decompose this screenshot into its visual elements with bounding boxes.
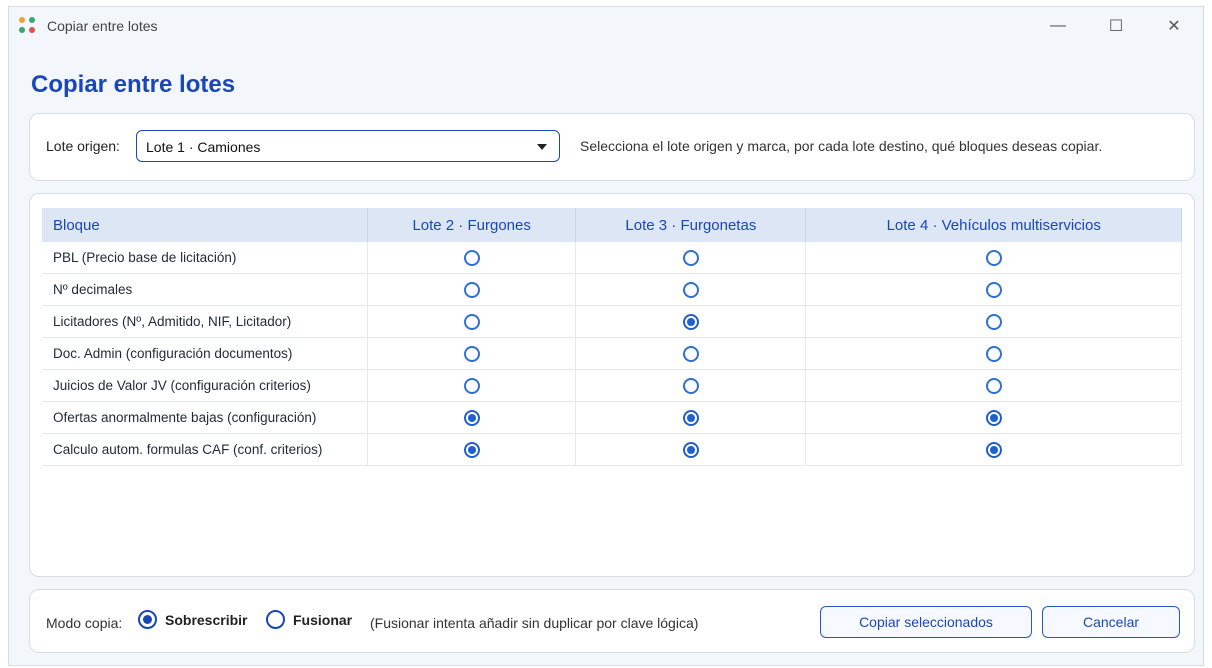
footer-panel: Modo copia: Sobrescribir Fusionar (Fusio… [29,589,1195,653]
copy-radio[interactable] [682,345,699,362]
column-header-lot-2: Lote 3 · Furgonetas [575,208,807,242]
mode-merge-radio[interactable] [266,610,285,629]
lot-cell [805,401,1182,434]
copy-radio[interactable] [463,281,480,298]
table-header-row: Bloque Lote 2 · Furgones Lote 3 · Furgonet… [42,208,1182,242]
copy-selected-button[interactable]: Copiar seleccionados [820,606,1032,638]
block-name-cell: PBL (Precio base de licitación) [42,242,368,274]
cancel-button[interactable]: Cancelar [1042,606,1180,638]
column-header-lot-1: Lote 2 · Furgones [367,208,577,242]
table-row: PBL (Precio base de licitación) [42,242,1182,274]
lot-cell [575,401,807,434]
copy-radio[interactable] [985,441,1002,458]
source-label: Lote origen: [46,138,120,154]
source-panel: Lote origen: Lote 1 · Camiones Seleccion… [29,113,1195,181]
lot-cell [367,337,577,370]
title-bar: Copiar entre lotes — ☐ ✕ [9,7,1203,45]
lot-cell [367,305,577,338]
copy-radio[interactable] [682,313,699,330]
copy-radio[interactable] [985,377,1002,394]
mode-note: (Fusionar intenta añadir sin duplicar po… [370,615,699,631]
copy-radio[interactable] [682,409,699,426]
source-hint: Selecciona el lote origen y marca, por c… [580,138,1103,154]
table-row: Ofertas anormalmente bajas (configuració… [42,401,1182,434]
mode-merge-option[interactable]: Fusionar [266,610,352,629]
lot-cell [805,242,1182,274]
source-lot-select[interactable]: Lote 1 · Camiones [136,130,560,162]
copy-radio[interactable] [463,249,480,266]
block-name-cell: Ofertas anormalmente bajas (configuració… [42,401,368,434]
block-name-cell: Nº decimales [42,273,368,306]
copy-radio[interactable] [463,409,480,426]
mode-overwrite-label: Sobrescribir [165,611,248,628]
mode-overwrite-radio[interactable] [138,610,157,629]
copy-radio[interactable] [985,249,1002,266]
window-title: Copiar entre lotes [47,18,158,34]
maximize-button[interactable]: ☐ [1087,7,1145,45]
block-name-cell: Doc. Admin (configuración documentos) [42,337,368,370]
lot-cell [575,305,807,338]
lot-cell [805,433,1182,466]
mode-merge-label: Fusionar [293,611,353,628]
blocks-table: Bloque Lote 2 · Furgones Lote 3 · Furgonet… [42,208,1182,466]
copy-radio[interactable] [463,377,480,394]
column-header-lot-3: Lote 4 · Vehículos multiservicios [805,208,1182,242]
copy-radio[interactable] [985,409,1002,426]
copy-mode-label: Modo copia: [46,615,123,631]
table-row: Nº decimales [42,273,1182,306]
lot-cell [805,337,1182,370]
source-lot-value: Lote 1 · Camiones [146,139,261,155]
blocks-grid-panel: Bloque Lote 2 · Furgones Lote 3 · Furgonet… [29,193,1195,577]
block-name-cell: Licitadores (Nº, Admitido, NIF, Licitado… [42,305,368,338]
minimize-button[interactable]: — [1029,7,1087,45]
copy-radio[interactable] [463,441,480,458]
copy-radio[interactable] [463,345,480,362]
lot-cell [367,242,577,274]
lot-cell [575,273,807,306]
lot-cell [367,433,577,466]
copy-radio[interactable] [682,281,699,298]
app-icon [19,17,37,35]
block-name-cell: Calculo autom. formulas CAF (conf. crite… [42,433,368,466]
lot-cell [575,369,807,402]
dialog-window: Copiar entre lotes — ☐ ✕ Copiar entre lo… [8,6,1204,666]
table-row: Calculo autom. formulas CAF (conf. crite… [42,433,1182,466]
block-name-cell: Juicios de Valor JV (configuración crite… [42,369,368,402]
copy-radio[interactable] [985,281,1002,298]
chevron-down-icon [537,144,547,150]
lot-cell [367,401,577,434]
copy-radio[interactable] [985,313,1002,330]
column-header-block: Bloque [42,208,368,242]
copy-radio[interactable] [682,249,699,266]
copy-radio[interactable] [985,345,1002,362]
lot-cell [367,369,577,402]
lot-cell [575,433,807,466]
copy-radio[interactable] [463,313,480,330]
lot-cell [805,369,1182,402]
lot-cell [805,273,1182,306]
copy-radio[interactable] [682,377,699,394]
copy-radio[interactable] [682,441,699,458]
mode-overwrite-option[interactable]: Sobrescribir [138,610,247,629]
close-button[interactable]: ✕ [1145,7,1203,45]
page-title: Copiar entre lotes [31,71,236,98]
table-row: Doc. Admin (configuración documentos) [42,337,1182,370]
table-row: Licitadores (Nº, Admitido, NIF, Licitado… [42,305,1182,338]
lot-cell [805,305,1182,338]
lot-cell [575,242,807,274]
lot-cell [367,273,577,306]
table-row: Juicios de Valor JV (configuración crite… [42,369,1182,402]
lot-cell [575,337,807,370]
